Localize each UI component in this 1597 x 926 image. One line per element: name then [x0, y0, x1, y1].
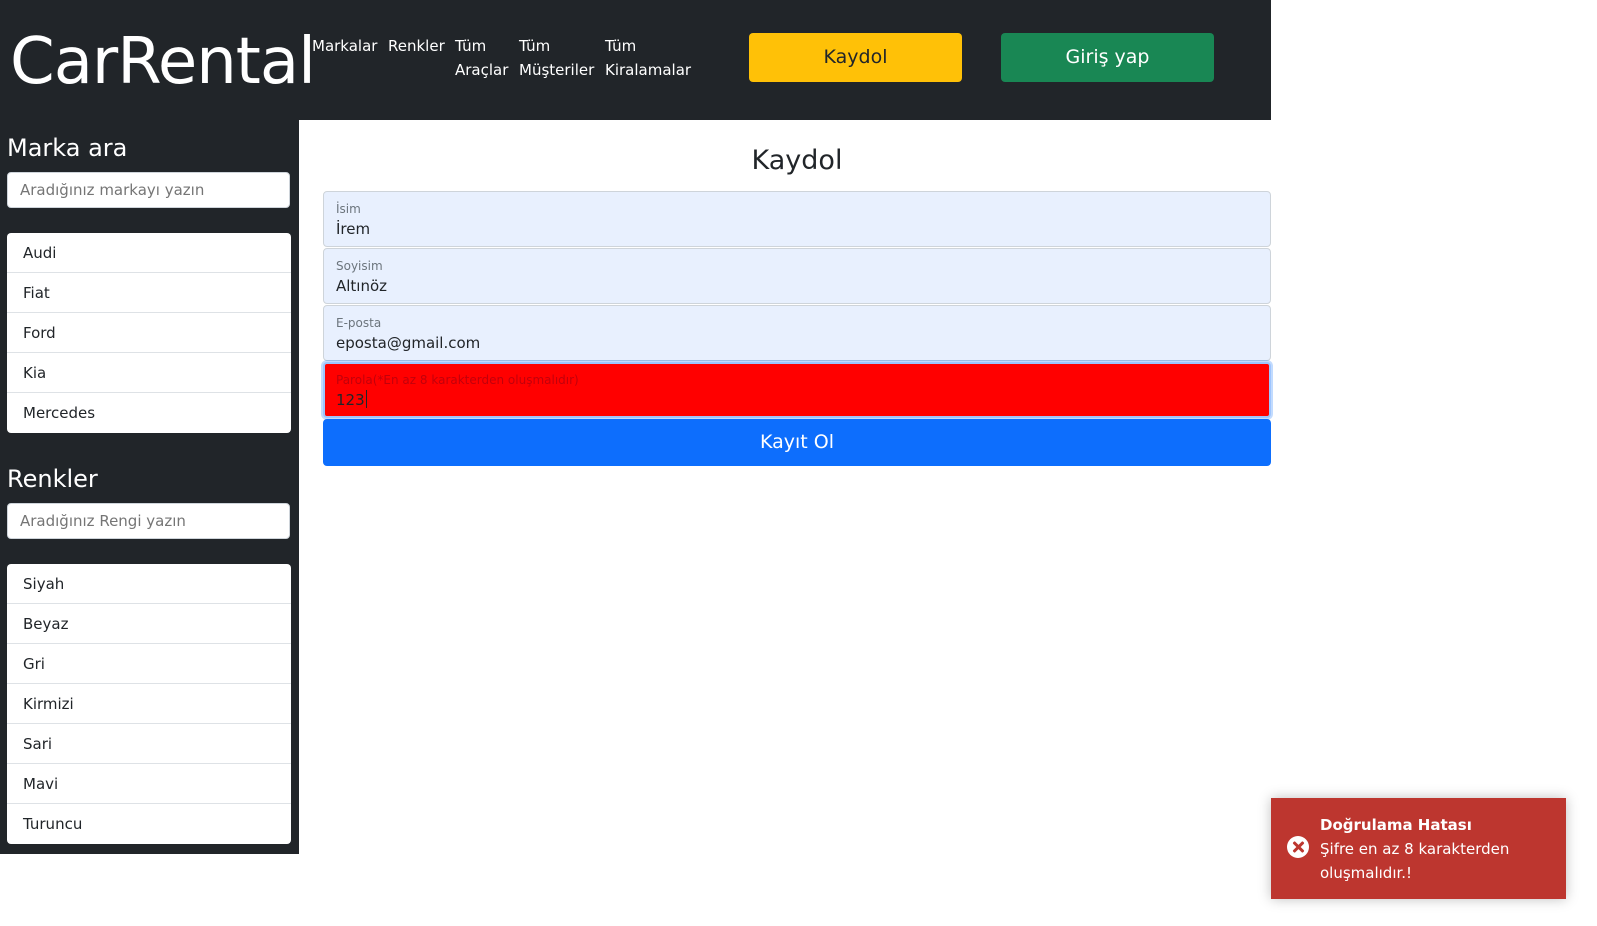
- color-search-input[interactable]: [7, 503, 290, 539]
- brand-list: Audi Fiat Ford Kia Mercedes: [7, 233, 291, 433]
- colors-heading: Renkler: [7, 465, 98, 493]
- top-navbar: CarRental Markalar Renkler Tüm Araçlar T…: [0, 0, 1271, 120]
- nav-label: Araçlar: [455, 61, 509, 79]
- email-label: E-posta: [336, 316, 382, 330]
- text-caret: [365, 390, 367, 408]
- toast-title: Doğrulama Hatası: [1320, 816, 1472, 834]
- first-name-field[interactable]: İsim İrem: [323, 191, 1271, 247]
- email-field[interactable]: E-posta eposta@gmail.com: [323, 305, 1271, 361]
- password-field[interactable]: Parola(*En az 8 karakterden oluşmalıdır)…: [323, 362, 1271, 418]
- nav-label: Renkler: [388, 37, 445, 55]
- color-item-sari[interactable]: Sari: [7, 724, 291, 764]
- last-name-value: Altınöz: [336, 277, 388, 295]
- nav-tum-musteriler[interactable]: Tüm Müşteriler: [519, 34, 594, 82]
- last-name-field[interactable]: Soyisim Altınöz: [323, 248, 1271, 304]
- brand-item-ford[interactable]: Ford: [7, 313, 291, 353]
- color-item-siyah[interactable]: Siyah: [7, 564, 291, 604]
- brand-item-audi[interactable]: Audi: [7, 233, 291, 273]
- nav-markalar[interactable]: Markalar: [312, 34, 377, 58]
- form-title: Kaydol: [751, 145, 843, 176]
- login-button[interactable]: Giriş yap: [1001, 33, 1214, 82]
- sidebar: Marka ara Audi Fiat Ford Kia Mercedes Re…: [0, 120, 299, 854]
- brand-item-mercedes[interactable]: Mercedes: [7, 393, 291, 433]
- register-button[interactable]: Kaydol: [749, 33, 962, 82]
- color-item-gri[interactable]: Gri: [7, 644, 291, 684]
- nav-label: Tüm: [519, 37, 551, 55]
- brand-item-kia[interactable]: Kia: [7, 353, 291, 393]
- email-value: eposta@gmail.com: [336, 334, 481, 352]
- brand-logo[interactable]: CarRental: [10, 22, 316, 102]
- error-icon: [1287, 836, 1309, 858]
- nav-label: Tüm: [455, 37, 487, 55]
- nav-tum-kiralamalar[interactable]: Tüm Kiralamalar: [605, 34, 691, 82]
- color-item-mavi[interactable]: Mavi: [7, 764, 291, 804]
- error-toast[interactable]: Doğrulama Hatası Şifre en az 8 karakterd…: [1271, 798, 1566, 899]
- color-item-beyaz[interactable]: Beyaz: [7, 604, 291, 644]
- nav-label: Kiralamalar: [605, 61, 692, 79]
- color-list: Siyah Beyaz Gri Kirmizi Sari Mavi Turunc…: [7, 564, 291, 844]
- nav-label: Tüm: [605, 37, 637, 55]
- password-value: 123: [336, 391, 365, 409]
- brand-search-input[interactable]: [7, 172, 290, 208]
- brand-item-fiat[interactable]: Fiat: [7, 273, 291, 313]
- nav-tum-araclar[interactable]: Tüm Araçlar: [455, 34, 508, 82]
- toast-message: Şifre en az 8 karakterden oluşmalıdır.!: [1320, 840, 1510, 882]
- last-name-label: Soyisim: [336, 259, 383, 273]
- submit-button[interactable]: Kayıt Ol: [323, 419, 1271, 466]
- nav-renkler[interactable]: Renkler: [388, 34, 445, 58]
- nav-label: Müşteriler: [519, 61, 595, 79]
- brands-heading: Marka ara: [7, 134, 128, 162]
- color-item-turuncu[interactable]: Turuncu: [7, 804, 291, 844]
- password-value-wrap: 123: [336, 390, 367, 410]
- nav-label: Markalar: [312, 37, 378, 55]
- first-name-label: İsim: [336, 202, 361, 216]
- first-name-value: İrem: [336, 220, 371, 238]
- password-label: Parola(*En az 8 karakterden oluşmalıdır): [336, 373, 579, 387]
- color-item-kirmizi[interactable]: Kirmizi: [7, 684, 291, 724]
